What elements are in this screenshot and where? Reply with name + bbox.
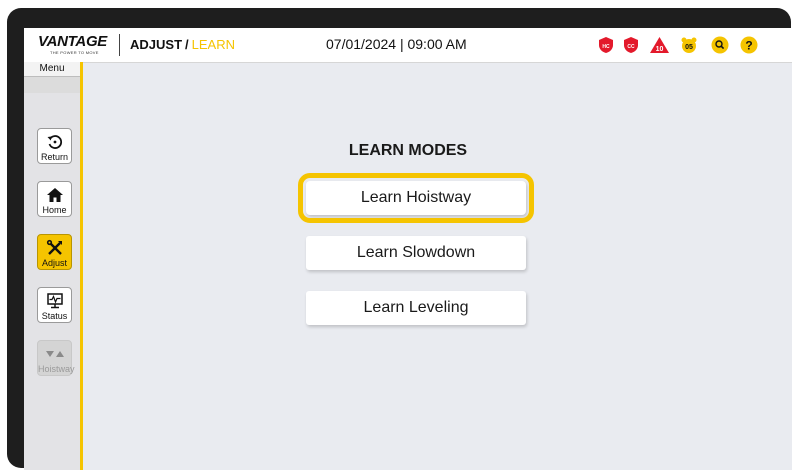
sidebar: Menu Return Home Adjust Status Hoistway	[24, 62, 83, 470]
status-button[interactable]: Status	[37, 287, 72, 323]
breadcrumb-parent[interactable]: ADJUST	[130, 37, 182, 52]
menu-strip	[24, 77, 80, 93]
learn-hoistway-button[interactable]: Learn Hoistway	[298, 173, 534, 223]
page-title: LEARN MODES	[348, 142, 468, 159]
adjust-label: Adjust	[41, 258, 67, 268]
header-divider	[119, 34, 120, 56]
breadcrumb-current: LEARN	[191, 37, 235, 52]
alarm-clock-icon[interactable]: 05	[680, 36, 698, 54]
fault-count-text: 10	[656, 46, 664, 53]
top-bar: VANTAGE THE POWER TO MOVE ADJUST / LEARN 0…	[24, 28, 792, 63]
date-time: 07/01/2024 | 09:00 AM	[326, 36, 467, 52]
breadcrumb-separator: /	[185, 37, 189, 52]
help-icon-text: ?	[745, 38, 752, 52]
hoistway-label: Hoistway	[38, 364, 75, 374]
return-icon	[47, 135, 62, 149]
monitor-icon	[46, 293, 63, 309]
tablet-frame: VANTAGE THE POWER TO MOVE ADJUST / LEARN 0…	[7, 8, 792, 470]
tools-icon	[46, 239, 62, 255]
screen: VANTAGE THE POWER TO MOVE ADJUST / LEARN 0…	[24, 28, 792, 470]
hc-shield-icon[interactable]: HC	[597, 36, 615, 54]
learn-leveling-button[interactable]: Learn Leveling	[306, 291, 526, 325]
hoistway-arrows-icon	[45, 351, 64, 357]
search-icon[interactable]	[711, 36, 729, 54]
help-icon[interactable]: ?	[740, 36, 758, 54]
breadcrumb: ADJUST / LEARN	[130, 37, 235, 52]
home-label: Home	[42, 205, 67, 215]
fault-warning-icon[interactable]: 10	[649, 36, 670, 54]
cc-shield-text: CC	[627, 44, 635, 50]
menu-tab[interactable]: Menu	[24, 62, 80, 77]
home-button[interactable]: Home	[37, 181, 72, 217]
vantage-logo: VANTAGE THE POWER TO MOVE	[38, 33, 124, 55]
adjust-button[interactable]: Adjust	[37, 234, 72, 270]
cc-shield-icon[interactable]: CC	[622, 36, 640, 54]
alarm-count-text: 05	[685, 44, 693, 51]
logo-tagline: THE POWER TO MOVE	[50, 50, 99, 55]
home-icon	[46, 188, 63, 202]
status-label: Status	[41, 311, 68, 321]
return-button[interactable]: Return	[37, 128, 72, 164]
learn-slowdown-button[interactable]: Learn Slowdown	[306, 236, 526, 270]
logo-word: VANTAGE	[38, 33, 108, 50]
hoistway-button[interactable]: Hoistway	[37, 340, 75, 376]
return-label: Return	[40, 152, 68, 162]
hc-shield-text: HC	[602, 44, 610, 50]
